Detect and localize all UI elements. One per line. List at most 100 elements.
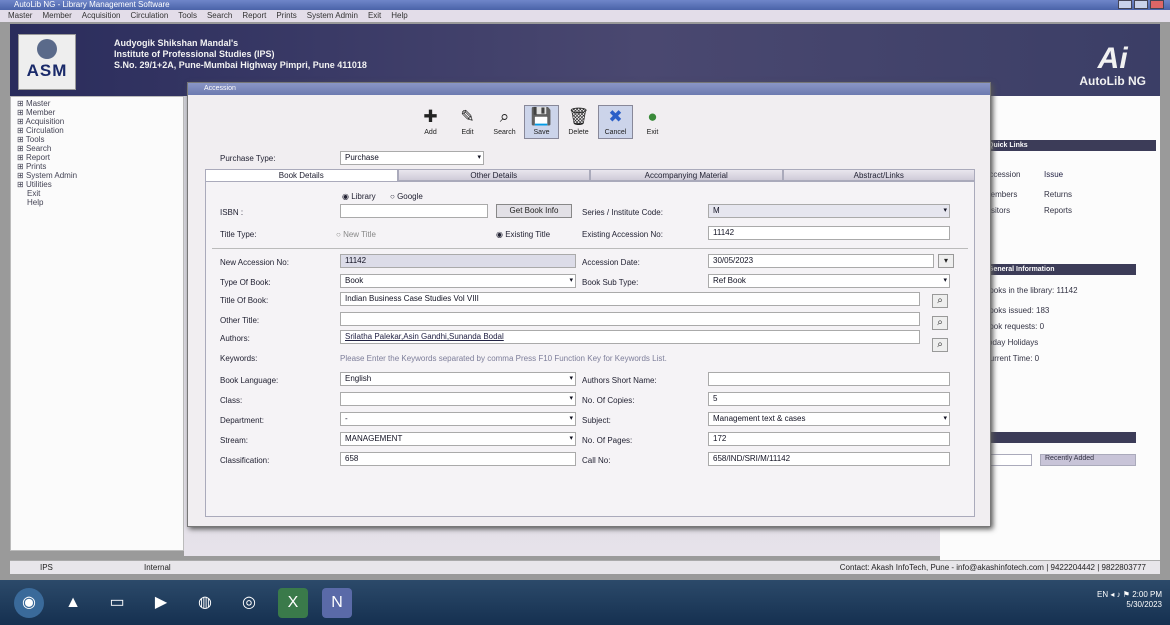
general-info-header: General Information: [980, 264, 1136, 275]
menubar: Master Member Acquisition Circulation To…: [0, 10, 1170, 22]
nav-prints[interactable]: ⊞ Prints: [17, 162, 177, 171]
autolib-taskbar-icon[interactable]: N: [322, 587, 352, 618]
other-title-input[interactable]: [340, 312, 920, 326]
nav-report[interactable]: ⊞ Report: [17, 153, 177, 162]
book-sub-type-label: Book Sub Type:: [582, 278, 639, 287]
institute-line1: Audyogik Shikshan Mandal's: [114, 38, 239, 48]
taskbar-app-icon[interactable]: ▲: [58, 588, 88, 618]
nav-utilities[interactable]: ⊞ Utilities: [17, 180, 177, 189]
brand-logo: Ai AutoLib NG: [1079, 44, 1146, 89]
get-book-info-button[interactable]: Get Book Info: [496, 204, 572, 218]
class-select[interactable]: ▾: [340, 392, 576, 406]
plus-icon: ✚: [423, 107, 438, 126]
menu-circulation[interactable]: Circulation: [130, 10, 168, 22]
tray-language[interactable]: EN: [1097, 590, 1108, 599]
logo-text: ASM: [26, 61, 68, 80]
link-returns[interactable]: Returns: [1044, 190, 1072, 199]
status-user: IPS: [40, 563, 53, 572]
nav-tools[interactable]: ⊞ Tools: [17, 135, 177, 144]
chevron-down-icon: ▾: [943, 415, 947, 422]
menu-prints[interactable]: Prints: [276, 10, 296, 22]
nav-system-admin[interactable]: ⊞ System Admin: [17, 171, 177, 180]
menu-exit[interactable]: Exit: [368, 10, 381, 22]
subject-select[interactable]: Management text & cases ▾: [708, 412, 950, 426]
nav-member[interactable]: ⊞ Member: [17, 108, 177, 117]
nav-master[interactable]: ⊞ Master: [17, 99, 177, 108]
binoculars-icon[interactable]: ⌕: [932, 294, 948, 308]
edit-icon: ✎: [460, 107, 475, 126]
menu-acquisition[interactable]: Acquisition: [82, 10, 121, 22]
tab-recently-added[interactable]: Recently Added: [1040, 454, 1136, 466]
cancel-button[interactable]: ✖ Cancel: [598, 105, 633, 139]
browser-icon[interactable]: ◍: [190, 588, 220, 618]
pages-input[interactable]: 172: [708, 432, 950, 446]
chevron-down-icon: ▾: [943, 277, 947, 284]
radio-new-title[interactable]: ○ New Title: [336, 230, 376, 239]
radio-library[interactable]: ◉ Library: [342, 192, 376, 201]
nav-help[interactable]: Help: [17, 198, 177, 207]
tab-book-details[interactable]: Book Details: [205, 169, 398, 181]
existing-accession-input[interactable]: 11142: [708, 226, 950, 240]
search-button[interactable]: ⌕ Search: [487, 105, 522, 139]
delete-button[interactable]: 🗑 Delete: [561, 105, 596, 139]
tab-abstract-links[interactable]: Abstract/Links: [782, 169, 975, 181]
chevron-down-icon: ▾: [477, 154, 481, 161]
tab-accompanying-material[interactable]: Accompanying Material: [590, 169, 783, 181]
menu-member[interactable]: Member: [42, 10, 71, 22]
institute-name: Audyogik Shikshan Mandal's Institute of …: [114, 38, 367, 71]
nav-circulation[interactable]: ⊞ Circulation: [17, 126, 177, 135]
excel-icon[interactable]: X: [278, 587, 308, 618]
maximize-button[interactable]: [1134, 0, 1148, 9]
tab-other-details[interactable]: Other Details: [397, 169, 590, 181]
type-of-book-label: Type Of Book:: [220, 278, 271, 287]
purchase-type-select[interactable]: Purchase ▾: [340, 151, 484, 165]
copies-input[interactable]: 5: [708, 392, 950, 406]
minimize-button[interactable]: [1118, 0, 1132, 9]
book-language-select[interactable]: English ▾: [340, 372, 576, 386]
stream-select[interactable]: MANAGEMENT ▾: [340, 432, 576, 446]
link-reports[interactable]: Reports: [1044, 206, 1072, 215]
call-no-input[interactable]: 658/IND/SRI/M/11142: [708, 452, 950, 466]
title-of-book-input[interactable]: Indian Business Case Studies Vol VIII: [340, 292, 920, 306]
link-issue[interactable]: Issue: [1044, 170, 1063, 179]
new-accession-input[interactable]: 11142: [340, 254, 576, 268]
radio-google[interactable]: ○ Google: [390, 192, 423, 201]
accession-date-input[interactable]: 30/05/2023: [708, 254, 934, 268]
classification-label: Classification:: [220, 456, 270, 465]
chrome-icon[interactable]: ◎: [234, 588, 264, 618]
media-icon[interactable]: ▶: [146, 588, 176, 618]
type-of-book-select[interactable]: Book ▾: [340, 274, 576, 288]
tray-time[interactable]: 2:00 PM: [1132, 590, 1162, 599]
save-button[interactable]: 💾 Save: [524, 105, 559, 139]
add-button[interactable]: ✚ Add: [413, 105, 448, 139]
menu-search[interactable]: Search: [207, 10, 232, 22]
emblem-icon: [37, 39, 57, 59]
close-button[interactable]: [1150, 0, 1164, 9]
series-select[interactable]: M ▾: [708, 204, 950, 218]
isbn-input[interactable]: [340, 204, 488, 218]
authors-input[interactable]: Srilatha Palekar,Asin Gandhi,Sunanda Bod…: [340, 330, 920, 344]
exit-button[interactable]: ● Exit: [635, 105, 670, 139]
menu-tools[interactable]: Tools: [178, 10, 197, 22]
edit-button[interactable]: ✎ Edit: [450, 105, 485, 139]
window-title: AutoLib NG - Library Management Software: [14, 0, 170, 9]
menu-help[interactable]: Help: [391, 10, 407, 22]
book-sub-type-select[interactable]: Ref Book ▾: [708, 274, 950, 288]
nav-exit[interactable]: Exit: [17, 189, 177, 198]
nav-search[interactable]: ⊞ Search: [17, 144, 177, 153]
classification-input[interactable]: 658: [340, 452, 576, 466]
menu-master[interactable]: Master: [8, 10, 32, 22]
department-select[interactable]: - ▾: [340, 412, 576, 426]
tab-strip: Book Details Other Details Accompanying …: [205, 169, 975, 181]
radio-existing-title[interactable]: ◉ Existing Title: [496, 230, 550, 239]
binoculars-icon[interactable]: ⌕: [932, 316, 948, 330]
binoculars-icon[interactable]: ⌕: [932, 338, 948, 352]
nav-acquisition[interactable]: ⊞ Acquisition: [17, 117, 177, 126]
explorer-icon[interactable]: ▭: [102, 588, 132, 618]
tray-date[interactable]: 5/30/2023: [1097, 600, 1162, 610]
authors-short-name-input[interactable]: [708, 372, 950, 386]
start-button[interactable]: ◉: [14, 587, 44, 618]
date-picker-button[interactable]: ▾: [938, 254, 954, 268]
menu-report[interactable]: Report: [242, 10, 266, 22]
menu-system-admin[interactable]: System Admin: [307, 10, 358, 22]
